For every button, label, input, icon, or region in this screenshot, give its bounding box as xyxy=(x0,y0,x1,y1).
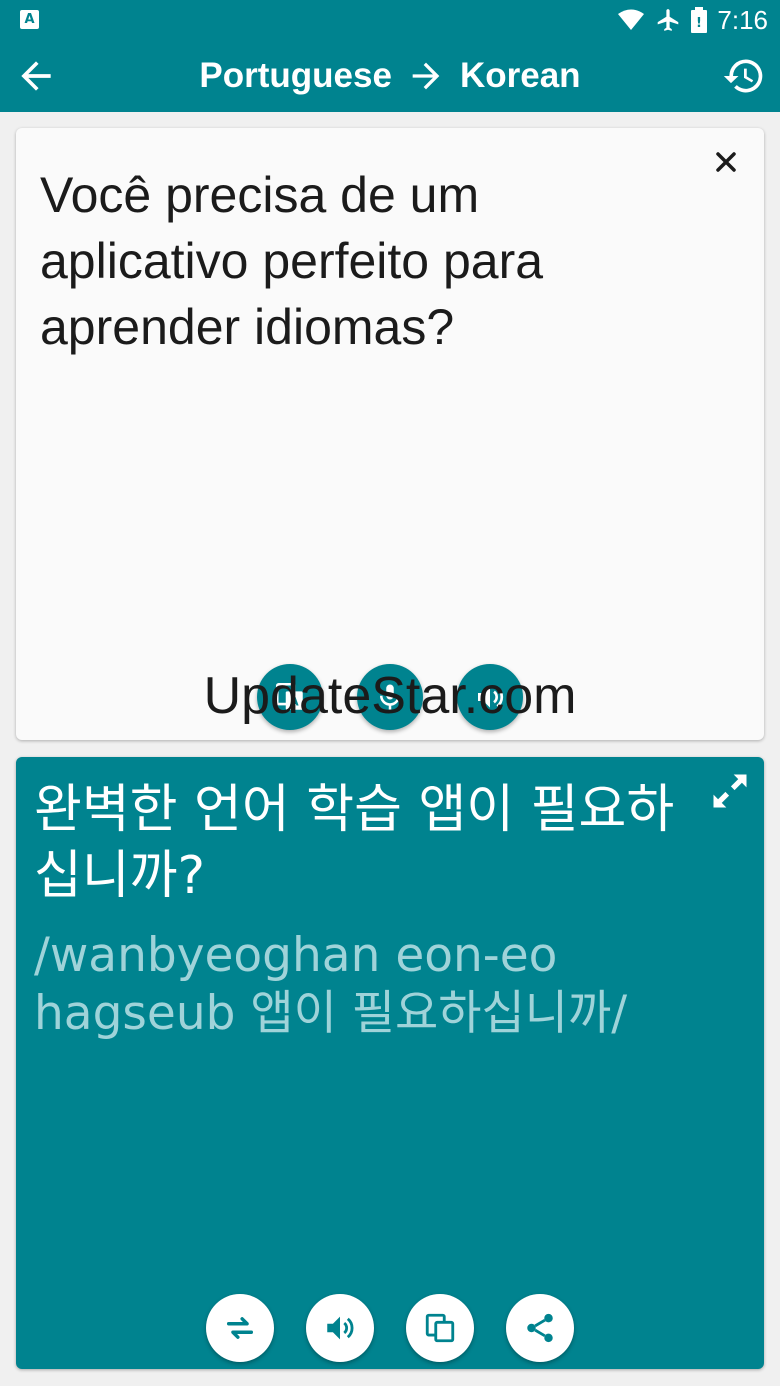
voice-input-button[interactable] xyxy=(357,664,423,730)
battery-icon: ! xyxy=(691,7,708,33)
close-icon xyxy=(716,152,736,172)
mic-icon xyxy=(380,684,400,710)
history-button[interactable] xyxy=(722,54,766,98)
translated-text[interactable]: 완벽한 언어 학습 앱이 필요하십니까? xyxy=(34,777,714,909)
swap-icon xyxy=(226,1317,254,1339)
share-button[interactable] xyxy=(506,1294,574,1362)
source-text-card[interactable]: Você precisa de um aplicativo perfeito p… xyxy=(16,128,764,740)
swap-languages-button[interactable] xyxy=(206,1294,274,1362)
svg-text:!: ! xyxy=(696,16,702,31)
translate-button[interactable]: A xyxy=(257,664,323,730)
target-language-label[interactable]: Korean xyxy=(460,56,581,96)
share-icon xyxy=(527,1313,553,1343)
translation-result-card[interactable]: 완벽한 언어 학습 앱이 필요하십니까? /wanbyeoghan eon-eo… xyxy=(16,757,764,1369)
history-icon xyxy=(723,59,763,93)
fullscreen-button[interactable] xyxy=(708,769,752,813)
status-bar: A ! 7:16 xyxy=(0,0,780,40)
source-text[interactable]: Você precisa de um aplicativo perfeito p… xyxy=(40,162,690,360)
copy-button[interactable] xyxy=(406,1294,474,1362)
listen-button[interactable] xyxy=(457,664,523,730)
status-icons: ! 7:16 xyxy=(617,0,768,40)
clock: 7:16 xyxy=(717,4,768,35)
listen-icon xyxy=(478,686,504,708)
source-language-label[interactable]: Portuguese xyxy=(199,56,392,96)
arrow-right-icon xyxy=(412,62,440,90)
app-toolbar: Portuguese Korean xyxy=(0,40,780,112)
speak-translation-button[interactable] xyxy=(306,1294,374,1362)
language-pair-title[interactable]: Portuguese Korean xyxy=(0,40,780,112)
speaker-icon xyxy=(327,1316,354,1340)
translate-icon: A xyxy=(275,682,303,710)
transliteration-text: /wanbyeoghan eon-eo hagseub 앱이 필요하십니까/ xyxy=(34,928,628,1041)
source-actions: A xyxy=(16,664,764,732)
app-notification-icon: A xyxy=(20,10,39,29)
clear-button[interactable] xyxy=(706,142,746,182)
copy-icon xyxy=(425,1313,455,1343)
result-actions xyxy=(16,1294,764,1364)
expand-icon xyxy=(713,774,747,808)
wifi-icon xyxy=(618,9,645,30)
airplane-icon xyxy=(658,9,679,31)
svg-text:A: A xyxy=(290,695,299,709)
